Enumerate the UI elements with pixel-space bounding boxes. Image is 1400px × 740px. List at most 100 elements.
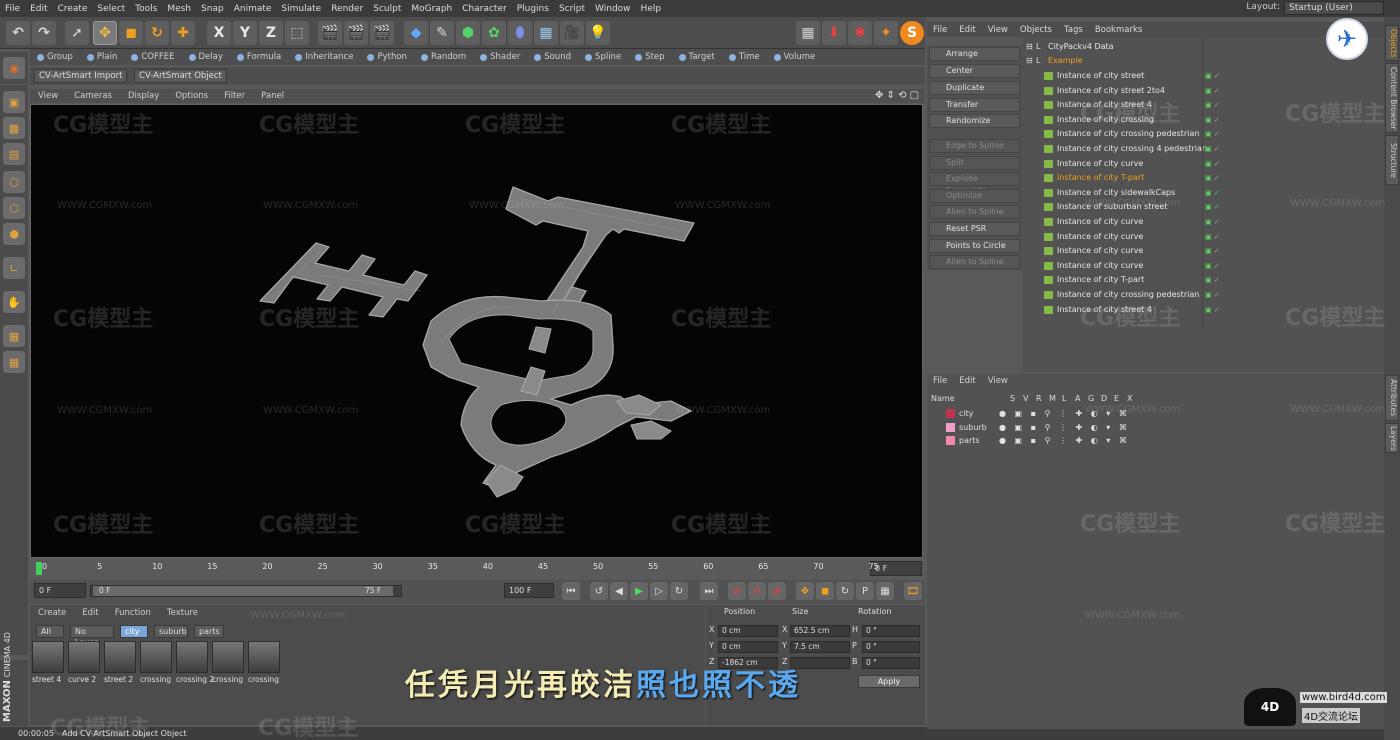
globe-icon[interactable]: ◉ [3,57,25,79]
command-reset-psr[interactable]: Reset PSR [929,222,1020,236]
xpresso-coffee[interactable]: COFFEE [124,52,181,62]
keyframe-icon[interactable]: ⊛ [768,582,786,600]
subdivision-icon[interactable]: ⬢ [456,21,480,45]
command-randomize[interactable]: Randomize [929,114,1020,128]
xpresso-sound[interactable]: Sound [527,52,578,62]
size-y-field[interactable]: 7.5 cm [790,641,850,653]
range-slider[interactable]: 0 F 75 F [90,585,402,597]
object-group[interactable]: ⊟ L Example [1022,54,1384,68]
tab-layers[interactable]: Layers [1385,423,1399,453]
xpresso-delay[interactable]: Delay [182,52,230,62]
menu-snap[interactable]: Snap [196,4,229,14]
viewport-nav-icons[interactable]: ✥ ⇕ ⟲ ▢ [875,90,919,101]
plugin-artsmart-object[interactable]: CV-ArtSmart Object [134,69,227,83]
visibility-dots-icon[interactable]: ▣ ✓ [1205,101,1225,109]
next-frame-icon[interactable]: ▷ [650,582,668,600]
material-tab-city[interactable]: city [120,625,148,638]
undo-icon[interactable]: ↶ [6,21,30,45]
points-mode-icon[interactable]: ⬡ [3,171,25,193]
xpresso-plain[interactable]: Plain [80,52,124,62]
object-row[interactable]: Instance of city T-part ▣ ✓ [1022,273,1384,287]
menu-render[interactable]: Render [326,4,368,14]
workplane-icon[interactable]: ▤ [3,143,25,165]
object-row[interactable]: Instance of city curve ▣ ✓ [1022,259,1384,273]
material-menu-function[interactable]: Function [107,608,159,618]
object-menu-bookmarks[interactable]: Bookmarks [1089,25,1149,35]
viewport-menu-cameras[interactable]: Cameras [66,91,120,101]
tweak-icon[interactable]: ✋ [3,291,25,313]
pla-key-icon[interactable]: ▦ [876,582,894,600]
polygons-mode-icon[interactable]: ⬢ [3,223,25,245]
visibility-dots-icon[interactable]: ▣ ✓ [1205,218,1225,226]
visibility-dots-icon[interactable]: ▣ ✓ [1205,130,1225,138]
script-icon[interactable]: ⬇ [822,21,846,45]
command-transfer[interactable]: Transfer [929,98,1020,112]
tab-structure[interactable]: Structure [1385,135,1399,185]
render-picture-icon[interactable]: 🎬 [344,21,368,45]
layer-color-swatch[interactable] [946,436,955,445]
visibility-dots-icon[interactable]: ▣ ✓ [1205,145,1225,153]
menu-window[interactable]: Window [590,4,636,14]
visibility-dots-icon[interactable]: ▣ ✓ [1205,160,1225,168]
layer-menu-file[interactable]: File [927,376,953,388]
visibility-dots-icon[interactable]: ▣ ✓ [1205,203,1225,211]
camera-icon[interactable]: 🎥 [560,21,584,45]
size-x-field[interactable]: 652.5 cm [790,625,850,637]
render-settings-icon[interactable]: 🎬 [370,21,394,45]
add-icon[interactable]: ✚ [171,21,195,45]
material-tab-no-layer[interactable]: No Layer [70,625,114,647]
menu-create[interactable]: Create [53,4,93,14]
rotation-h-field[interactable]: 0 ° [862,625,920,637]
prev-frame-icon[interactable]: ◀ [610,582,628,600]
deformer-icon[interactable]: ⬮ [508,21,532,45]
object-row[interactable]: Instance of city crossing pedestrian ▣ ✓ [1022,127,1384,141]
visibility-dots-icon[interactable]: ▣ ✓ [1205,262,1225,270]
axis-mode-icon[interactable]: ∟ [3,257,25,279]
command-arrange[interactable]: Arrange [929,47,1020,61]
end-frame-field[interactable]: 100 F [504,583,554,598]
menu-plugins[interactable]: Plugins [512,4,554,14]
command-points-to-circle[interactable]: Points to Circle [929,239,1020,253]
menu-file[interactable]: File [0,4,25,14]
pen-icon[interactable]: ✎ [430,21,454,45]
texture-mode-icon[interactable]: ▩ [3,117,25,139]
object-menu-edit[interactable]: Edit [953,25,981,35]
menu-simulate[interactable]: Simulate [276,4,326,14]
arrows-icon[interactable]: ✦ [874,21,898,45]
menu-select[interactable]: Select [92,4,130,14]
xpresso-volume[interactable]: Volume [767,52,823,62]
menu-script[interactable]: Script [554,4,590,14]
coordinate-system-icon[interactable]: ⬚ [285,21,309,45]
object-row[interactable]: Instance of city curve ▣ ✓ [1022,157,1384,171]
layer-toggles-icon[interactable]: ● ▣ ▪ ⚲ ⋮ ✚ ◐ ▾ ⌘ [999,434,1130,447]
menu-sculpt[interactable]: Sculpt [368,4,406,14]
render-view-icon[interactable]: 🎬 [318,21,342,45]
visibility-dots-icon[interactable]: ▣ ✓ [1205,247,1225,255]
snap-icon[interactable]: S [900,21,924,45]
position-x-field[interactable]: 0 cm [718,625,778,637]
layer-menu-edit[interactable]: Edit [953,376,981,388]
viewport-menu-display[interactable]: Display [120,91,167,101]
apply-button[interactable]: Apply [858,675,920,688]
object-row[interactable]: Instance of city curve ▣ ✓ [1022,230,1384,244]
menu-edit[interactable]: Edit [25,4,52,14]
visibility-dots-icon[interactable]: ▣ ✓ [1205,233,1225,241]
object-menu-tags[interactable]: Tags [1058,25,1089,35]
visibility-dots-icon[interactable]: ▣ ✓ [1205,291,1225,299]
next-key-icon[interactable]: ↻ [670,582,688,600]
layout-grid-icon[interactable]: ▦ [796,21,820,45]
object-row[interactable]: Instance of city crossing 4 pedestrian ▣ … [1022,142,1384,156]
z-axis-button[interactable]: Z [259,21,283,45]
rotate-icon[interactable]: ↻ [145,21,169,45]
start-frame-field[interactable]: 0 F [34,583,86,598]
xpresso-step[interactable]: Step [628,52,671,62]
scale-icon[interactable]: ◼ [119,21,143,45]
go-end-icon[interactable]: ⏭ [700,582,718,600]
x-axis-button[interactable]: X [207,21,231,45]
tab-content-browser[interactable]: Content Browser [1385,63,1399,133]
plugin-artsmart-import[interactable]: CV-ArtSmart Import [34,69,128,83]
menu-animate[interactable]: Animate [229,4,277,14]
material-thumbnail[interactable] [212,641,244,673]
menu-character[interactable]: Character [457,4,511,14]
visibility-dots-icon[interactable]: ▣ ✓ [1205,87,1225,95]
